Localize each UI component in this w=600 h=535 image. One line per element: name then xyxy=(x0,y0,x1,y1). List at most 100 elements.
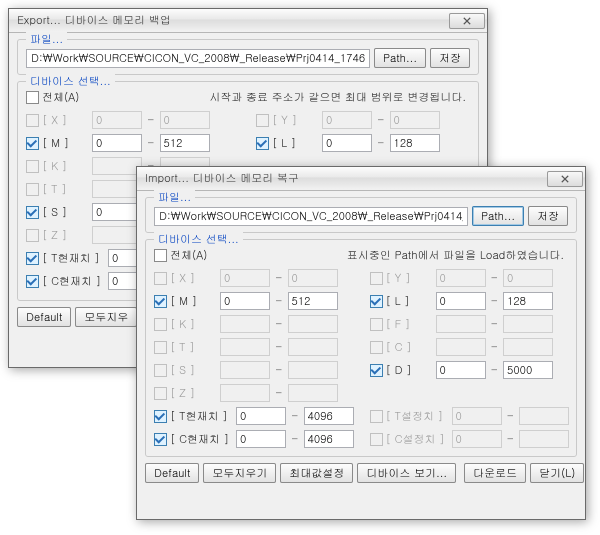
range-to-input[interactable] xyxy=(288,269,338,287)
range-from-input[interactable] xyxy=(436,315,486,333)
range-to-input[interactable] xyxy=(288,361,338,379)
device-checkbox[interactable] xyxy=(370,341,383,354)
export-path-button[interactable]: Path... xyxy=(374,48,426,68)
device-row: [ X ]– xyxy=(154,269,354,287)
range-to-input[interactable] xyxy=(390,111,440,129)
device-row: [ Y ]– xyxy=(370,269,570,287)
device-label: [ C현재치 ] xyxy=(170,432,229,447)
range-from-input[interactable] xyxy=(436,338,486,356)
range-to-input[interactable] xyxy=(503,315,553,333)
import-titlebar[interactable]: Import... 디바이스 메모리 복구 xyxy=(137,167,585,191)
range-from-input[interactable] xyxy=(452,407,502,425)
import-path-input[interactable] xyxy=(154,207,468,226)
device-checkbox[interactable] xyxy=(154,433,167,446)
range-from-input[interactable] xyxy=(236,407,286,425)
range-from-input[interactable] xyxy=(92,180,142,198)
range-from-input[interactable] xyxy=(220,384,270,402)
range-to-input[interactable] xyxy=(503,292,553,310)
range-to-input[interactable] xyxy=(503,361,553,379)
device-checkbox[interactable] xyxy=(26,229,39,242)
device-checkbox[interactable] xyxy=(370,318,383,331)
range-from-input[interactable] xyxy=(92,111,142,129)
device-checkbox[interactable] xyxy=(26,137,39,150)
device-checkbox[interactable] xyxy=(154,295,167,308)
export-save-button[interactable]: 저장 xyxy=(430,48,470,68)
import-all-checkbox[interactable] xyxy=(154,249,167,262)
device-checkbox[interactable] xyxy=(26,160,39,173)
export-path-input[interactable] xyxy=(26,49,370,68)
dash: – xyxy=(146,136,156,151)
range-from-input[interactable] xyxy=(322,111,372,129)
range-from-input[interactable] xyxy=(92,157,142,175)
close-icon[interactable] xyxy=(449,13,485,29)
group-legend: 디바이스 선택... xyxy=(26,74,115,89)
close-icon[interactable] xyxy=(547,171,583,187)
device-checkbox[interactable] xyxy=(370,364,383,377)
range-from-input[interactable] xyxy=(220,315,270,333)
range-from-input[interactable] xyxy=(452,430,502,448)
device-label: [ X ] xyxy=(170,271,195,286)
device-label: [ L ] xyxy=(272,136,296,151)
device-checkbox[interactable] xyxy=(154,341,167,354)
range-from-input[interactable] xyxy=(436,269,486,287)
device-checkbox[interactable] xyxy=(256,137,269,150)
export-clear-button[interactable]: 모두지우 xyxy=(75,307,137,327)
import-default-button[interactable]: Default xyxy=(145,463,199,483)
range-from-input[interactable] xyxy=(220,269,270,287)
import-clear-button[interactable]: 모두지우기 xyxy=(203,463,276,483)
device-checkbox[interactable] xyxy=(154,318,167,331)
device-checkbox[interactable] xyxy=(26,206,39,219)
range-to-input[interactable] xyxy=(503,338,553,356)
range-to-input[interactable] xyxy=(304,430,354,448)
import-max-button[interactable]: 최대값설정 xyxy=(280,463,353,483)
range-to-input[interactable] xyxy=(288,315,338,333)
device-checkbox[interactable] xyxy=(154,410,167,423)
device-checkbox[interactable] xyxy=(154,364,167,377)
export-all-checkbox[interactable] xyxy=(26,91,39,104)
device-checkbox[interactable] xyxy=(370,272,383,285)
range-to-input[interactable] xyxy=(519,407,569,425)
range-to-input[interactable] xyxy=(288,292,338,310)
export-titlebar[interactable]: Export... 디바이스 메모리 백업 xyxy=(9,9,487,33)
device-checkbox[interactable] xyxy=(370,410,383,423)
range-from-input[interactable] xyxy=(92,226,142,244)
range-from-input[interactable] xyxy=(220,361,270,379)
dash: – xyxy=(506,432,516,447)
import-device-button[interactable]: 디바이스 보기... xyxy=(357,463,456,483)
device-row: [ S ]– xyxy=(154,361,354,379)
range-from-input[interactable] xyxy=(322,134,372,152)
device-label: [ S ] xyxy=(170,363,195,378)
device-checkbox[interactable] xyxy=(370,433,383,446)
import-download-button[interactable]: 다운로드 xyxy=(464,463,526,483)
device-checkbox[interactable] xyxy=(154,272,167,285)
range-from-input[interactable] xyxy=(220,338,270,356)
range-from-input[interactable] xyxy=(92,203,142,221)
range-to-input[interactable] xyxy=(288,384,338,402)
device-checkbox[interactable] xyxy=(370,295,383,308)
device-checkbox[interactable] xyxy=(26,183,39,196)
device-checkbox[interactable] xyxy=(154,387,167,400)
range-to-input[interactable] xyxy=(160,134,210,152)
range-from-input[interactable] xyxy=(236,430,286,448)
import-path-button[interactable]: Path... xyxy=(472,206,524,226)
export-default-button[interactable]: Default xyxy=(17,307,71,327)
range-from-input[interactable] xyxy=(436,292,486,310)
range-from-input[interactable] xyxy=(92,134,142,152)
range-from-input[interactable] xyxy=(220,292,270,310)
range-to-input[interactable] xyxy=(304,407,354,425)
device-checkbox[interactable] xyxy=(26,114,39,127)
range-to-input[interactable] xyxy=(160,111,210,129)
range-to-input[interactable] xyxy=(503,269,553,287)
device-label: [ T현재치 ] xyxy=(170,409,228,424)
import-close-button[interactable]: 닫기(L) xyxy=(530,463,584,483)
import-save-button[interactable]: 저장 xyxy=(528,206,568,226)
device-checkbox[interactable] xyxy=(256,114,269,127)
group-legend: 파일... xyxy=(26,32,67,47)
range-to-input[interactable] xyxy=(288,338,338,356)
device-checkbox[interactable] xyxy=(26,275,39,288)
range-to-input[interactable] xyxy=(390,134,440,152)
range-to-input[interactable] xyxy=(519,430,569,448)
device-label: [ T ] xyxy=(42,182,67,197)
device-checkbox[interactable] xyxy=(26,252,39,265)
range-from-input[interactable] xyxy=(436,361,486,379)
